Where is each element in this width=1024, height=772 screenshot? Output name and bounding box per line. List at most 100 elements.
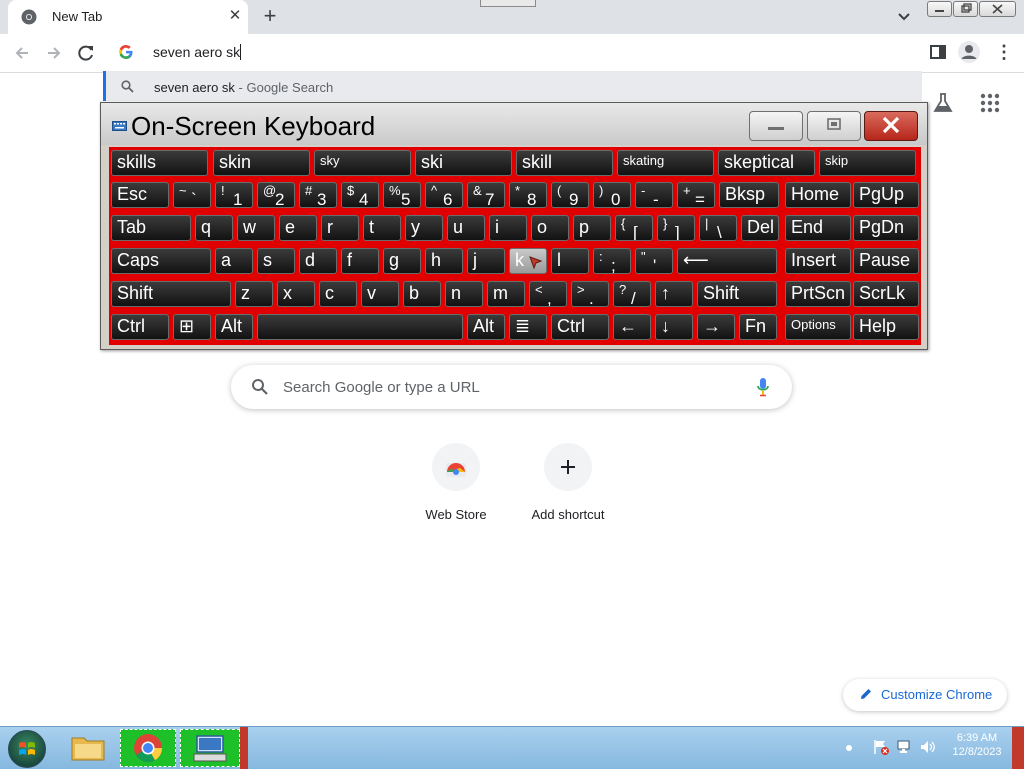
key[interactable]: ⊞ xyxy=(173,314,211,340)
key[interactable]: f xyxy=(341,248,379,274)
key[interactable]: → xyxy=(697,314,735,340)
key[interactable]: PrtScn xyxy=(785,281,851,307)
key[interactable]: Tab xyxy=(111,215,191,241)
osk-restore-button[interactable] xyxy=(807,111,861,141)
key[interactable]: n xyxy=(445,281,483,307)
taskbar-chrome[interactable] xyxy=(120,729,176,767)
close-window-button[interactable] xyxy=(979,1,1016,17)
key[interactable]: h xyxy=(425,248,463,274)
back-icon[interactable] xyxy=(12,43,32,63)
key[interactable]: l xyxy=(551,248,589,274)
key[interactable]: z xyxy=(235,281,273,307)
symbol-key[interactable]: >. xyxy=(571,281,609,307)
symbol-key[interactable]: ! 1 xyxy=(215,182,253,208)
osk-close-button[interactable] xyxy=(864,111,918,141)
symbol-key[interactable]: % 5 xyxy=(383,182,421,208)
address-bar[interactable]: seven aero sk xyxy=(103,34,922,70)
key[interactable]: Ctrl xyxy=(111,314,169,340)
key[interactable]: v xyxy=(361,281,399,307)
taskbar-file-explorer[interactable] xyxy=(60,729,116,767)
add-shortcut-button[interactable]: Add shortcut xyxy=(512,441,624,531)
key[interactable]: PgUp xyxy=(853,182,919,208)
ntp-search-box[interactable]: Search Google or type a URL xyxy=(231,365,792,409)
key[interactable]: ↑ xyxy=(655,281,693,307)
key[interactable]: y xyxy=(405,215,443,241)
key[interactable]: ↓ xyxy=(655,314,693,340)
key[interactable]: ⟵ xyxy=(677,248,777,274)
chevron-down-icon[interactable] xyxy=(894,8,914,26)
osk-minimize-button[interactable] xyxy=(749,111,803,141)
space-key[interactable] xyxy=(257,314,463,340)
omnibox-suggestion[interactable]: seven aero sk - Google Search xyxy=(103,71,922,101)
key[interactable]: c xyxy=(319,281,357,307)
key[interactable]: Del xyxy=(741,215,779,241)
key[interactable]: u xyxy=(447,215,485,241)
key[interactable]: Bksp xyxy=(719,182,779,208)
key[interactable]: w xyxy=(237,215,275,241)
symbol-key[interactable]: & 7 xyxy=(467,182,505,208)
key[interactable]: PgDn xyxy=(853,215,919,241)
symbol-key[interactable]: }] xyxy=(657,215,695,241)
key[interactable]: t xyxy=(363,215,401,241)
taskbar-on-screen-keyboard[interactable] xyxy=(180,729,240,767)
symbol-key[interactable]: {[ xyxy=(615,215,653,241)
symbol-key[interactable]: * 8 xyxy=(509,182,547,208)
tray-overflow-icon[interactable] xyxy=(845,744,853,752)
forward-icon[interactable] xyxy=(44,43,64,63)
key[interactable]: ← xyxy=(613,314,651,340)
symbol-key[interactable]: (9 xyxy=(551,182,589,208)
side-panel-icon[interactable] xyxy=(929,43,947,61)
key[interactable]: ≣ xyxy=(509,314,547,340)
key[interactable]: g xyxy=(383,248,421,274)
key[interactable]: Esc xyxy=(111,182,169,208)
key[interactable]: e xyxy=(279,215,317,241)
key[interactable]: Shift xyxy=(111,281,231,307)
customize-chrome-button[interactable]: Customize Chrome xyxy=(843,679,1007,711)
symbol-key[interactable]: " ' xyxy=(635,248,673,274)
key[interactable]: a xyxy=(215,248,253,274)
key[interactable]: Home xyxy=(785,182,851,208)
key[interactable]: d xyxy=(299,248,337,274)
prediction-key[interactable]: sky xyxy=(314,150,411,176)
key[interactable]: r xyxy=(321,215,359,241)
key[interactable]: q xyxy=(195,215,233,241)
key[interactable]: m xyxy=(487,281,525,307)
symbol-key[interactable]: :; xyxy=(593,248,631,274)
symbol-key[interactable]: -- xyxy=(635,182,673,208)
symbol-key[interactable]: $4 xyxy=(341,182,379,208)
key[interactable]: Options xyxy=(785,314,851,340)
symbol-key[interactable]: | \ xyxy=(699,215,737,241)
symbol-key[interactable]: <, xyxy=(529,281,567,307)
key[interactable]: k xyxy=(509,248,547,274)
symbol-key[interactable]: #3 xyxy=(299,182,337,208)
key[interactable]: s xyxy=(257,248,295,274)
volume-icon[interactable] xyxy=(919,738,937,756)
network-icon[interactable] xyxy=(896,738,914,756)
key[interactable]: Caps xyxy=(111,248,211,274)
key[interactable]: x xyxy=(277,281,315,307)
osk-title-bar[interactable]: On-Screen Keyboard xyxy=(101,103,927,145)
key[interactable]: Ctrl xyxy=(551,314,609,340)
key[interactable]: Pause xyxy=(853,248,919,274)
key[interactable]: i xyxy=(489,215,527,241)
action-center-flag-icon[interactable] xyxy=(872,738,890,756)
prediction-key[interactable]: ski xyxy=(415,150,512,176)
key[interactable]: ScrLk xyxy=(853,281,919,307)
prediction-key[interactable]: skating xyxy=(617,150,714,176)
restore-window-button[interactable] xyxy=(953,1,978,17)
key[interactable]: Shift xyxy=(697,281,777,307)
system-clock[interactable]: 6:39 AM 12/8/2023 xyxy=(944,731,1010,759)
show-desktop-button[interactable] xyxy=(1012,727,1024,769)
prediction-key[interactable]: skip xyxy=(819,150,916,176)
more-options-icon[interactable]: ⋮ xyxy=(995,42,1013,62)
prediction-key[interactable]: skin xyxy=(213,150,310,176)
shortcut-web-store[interactable]: Web Store xyxy=(400,441,512,531)
minimize-window-button[interactable] xyxy=(927,1,952,17)
symbol-key[interactable]: ) 0 xyxy=(593,182,631,208)
key[interactable]: End xyxy=(785,215,851,241)
close-tab-icon[interactable]: ✕ xyxy=(225,6,245,26)
tab-new-tab[interactable]: New Tab ✕ xyxy=(8,0,248,34)
key[interactable]: Alt xyxy=(467,314,505,340)
labs-flask-icon[interactable] xyxy=(932,92,954,114)
address-bar-text[interactable]: seven aero sk xyxy=(153,44,242,60)
